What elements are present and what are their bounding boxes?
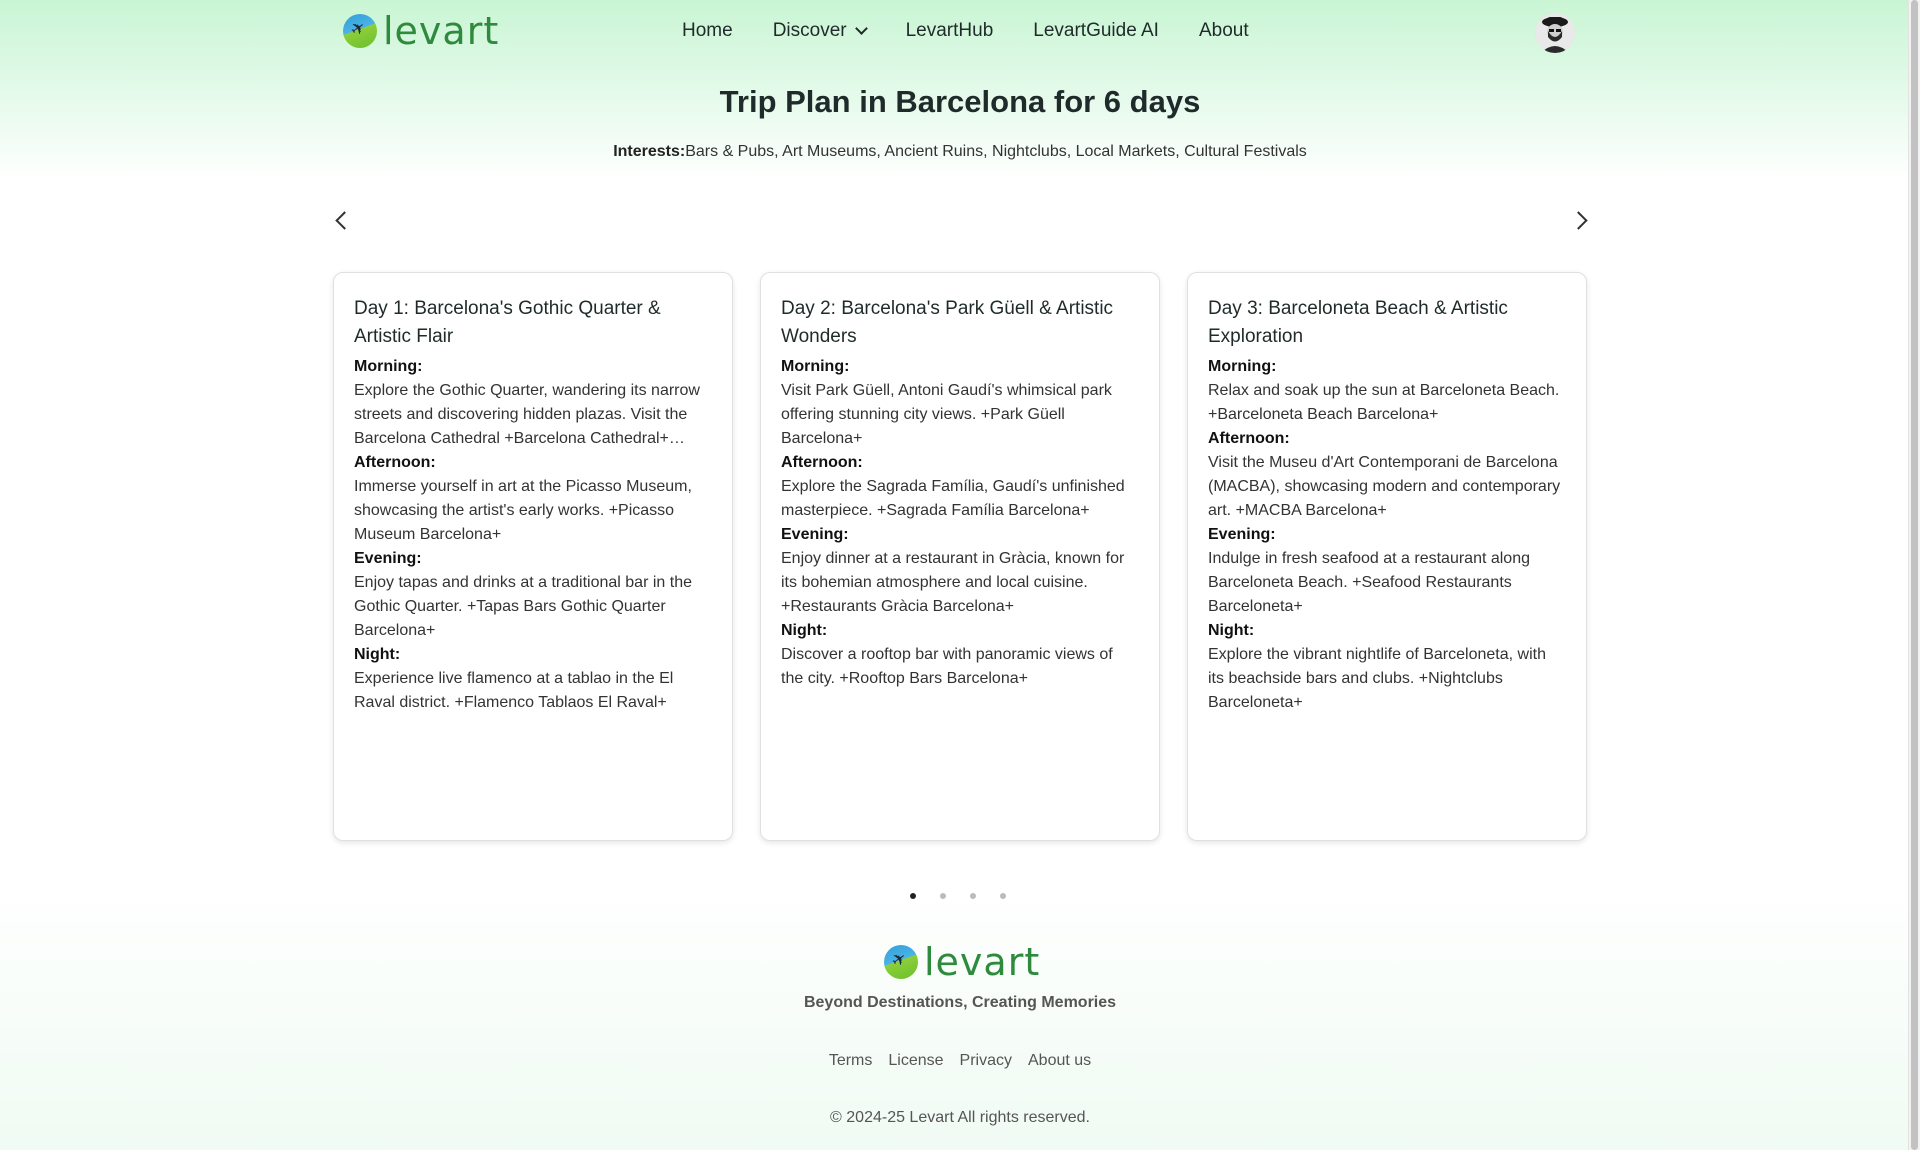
interests-value: Bars & Pubs, Art Museums, Ancient Ruins,… — [685, 143, 1307, 160]
day-card-title: Day 3: Barceloneta Beach & Artistic Expl… — [1208, 298, 1508, 347]
evening-label: Evening: — [1208, 526, 1276, 543]
footer-logo[interactable]: ✈ levart — [884, 940, 1041, 984]
page-title: Trip Plan in Barcelona for 6 days — [719, 84, 1201, 119]
interests-line: Interests:Bars & Pubs, Art Museums, Anci… — [0, 143, 1920, 161]
night-label: Night: — [354, 646, 401, 663]
globe-plane-icon: ✈ — [343, 14, 377, 48]
brand-name: levart — [383, 9, 500, 53]
afternoon-text: Immerse yourself in art at the Picasso M… — [354, 478, 692, 543]
footer-link-about-us[interactable]: About us — [1028, 1052, 1091, 1070]
day-card-2[interactable]: Day 2: Barcelona's Park Güell & Artistic… — [760, 272, 1160, 841]
carousel-prev-button[interactable] — [333, 210, 354, 230]
evening-text: Enjoy tapas and drinks at a traditional … — [354, 574, 692, 639]
morning-label: Morning: — [781, 358, 850, 375]
day-card-title: Day 1: Barcelona's Gothic Quarter & Arti… — [354, 298, 661, 347]
page-scrollbar[interactable] — [1908, 0, 1920, 1150]
morning-label: Morning: — [1208, 358, 1277, 375]
nav-item-discover[interactable]: Discover — [772, 20, 868, 42]
night-text: Experience live flamenco at a tablao in … — [354, 670, 674, 711]
day-card-1[interactable]: Day 1: Barcelona's Gothic Quarter & Arti… — [333, 272, 733, 841]
footer-tagline: Beyond Destinations, Creating Memories — [803, 994, 1117, 1011]
scrollbar-thumb[interactable] — [1911, 0, 1918, 1150]
chevron-right-icon — [1569, 211, 1588, 230]
carousel-dot[interactable] — [970, 893, 976, 899]
morning-text: Relax and soak up the sun at Barceloneta… — [1208, 382, 1560, 423]
afternoon-text: Explore the Sagrada Família, Gaudí's unf… — [781, 478, 1125, 519]
evening-label: Evening: — [354, 550, 422, 567]
morning-text: Visit Park Güell, Antoni Gaudí's whimsic… — [781, 382, 1112, 447]
carousel-next-button[interactable] — [1569, 210, 1590, 230]
night-label: Night: — [781, 622, 828, 639]
nav-item-home[interactable]: Home — [682, 20, 733, 42]
morning-text: Explore the Gothic Quarter, wandering it… — [354, 382, 700, 447]
brand-logo[interactable]: ✈ levart — [343, 9, 500, 53]
night-text: Explore the vibrant nightlife of Barcelo… — [1208, 646, 1546, 711]
footer-link-privacy[interactable]: Privacy — [960, 1052, 1012, 1070]
carousel-dot[interactable] — [940, 893, 946, 899]
day-card-3[interactable]: Day 3: Barceloneta Beach & Artistic Expl… — [1187, 272, 1587, 841]
chevron-left-icon — [335, 211, 354, 230]
evening-text: Indulge in fresh seafood at a restaurant… — [1208, 550, 1530, 615]
footer-brand-name: levart — [924, 940, 1041, 984]
footer-links: Terms License Privacy About us — [0, 1052, 1920, 1070]
footer-link-license[interactable]: License — [888, 1052, 943, 1070]
interests-label: Interests: — [613, 143, 686, 160]
night-text: Discover a rooftop bar with panoramic vi… — [781, 646, 1113, 687]
evening-text: Enjoy dinner at a restaurant in Gràcia, … — [781, 550, 1125, 615]
globe-plane-icon: ✈ — [884, 945, 918, 979]
night-label: Night: — [1208, 622, 1255, 639]
user-avatar[interactable] — [1535, 13, 1575, 53]
carousel-dot[interactable] — [1000, 893, 1006, 899]
afternoon-label: Afternoon: — [781, 454, 863, 471]
evening-label: Evening: — [781, 526, 849, 543]
nav-item-discover-label: Discover — [772, 20, 847, 41]
avatar-image — [1535, 13, 1575, 53]
chevron-down-icon — [854, 22, 868, 35]
top-navbar: ✈ levart Home Discover LevartHub LevartG… — [0, 0, 1909, 64]
morning-label: Morning: — [354, 358, 423, 375]
footer-copyright: © 2024-25 Levart All rights reserved. — [830, 1109, 1090, 1126]
nav-item-levartguide-ai[interactable]: LevartGuide AI — [1033, 20, 1159, 42]
footer-link-terms[interactable]: Terms — [829, 1052, 873, 1070]
day-card-title: Day 2: Barcelona's Park Güell & Artistic… — [781, 298, 1114, 347]
carousel-pagination — [910, 893, 1006, 899]
afternoon-text: Visit the Museu d'Art Contemporani de Ba… — [1208, 454, 1561, 519]
nav-item-about[interactable]: About — [1199, 20, 1249, 42]
carousel-dot[interactable] — [910, 893, 916, 899]
nav-item-levarthub[interactable]: LevartHub — [906, 20, 994, 42]
afternoon-label: Afternoon: — [1208, 430, 1290, 447]
main-nav: Home Discover LevartHub LevartGuide AI A… — [682, 20, 1249, 42]
afternoon-label: Afternoon: — [354, 454, 436, 471]
